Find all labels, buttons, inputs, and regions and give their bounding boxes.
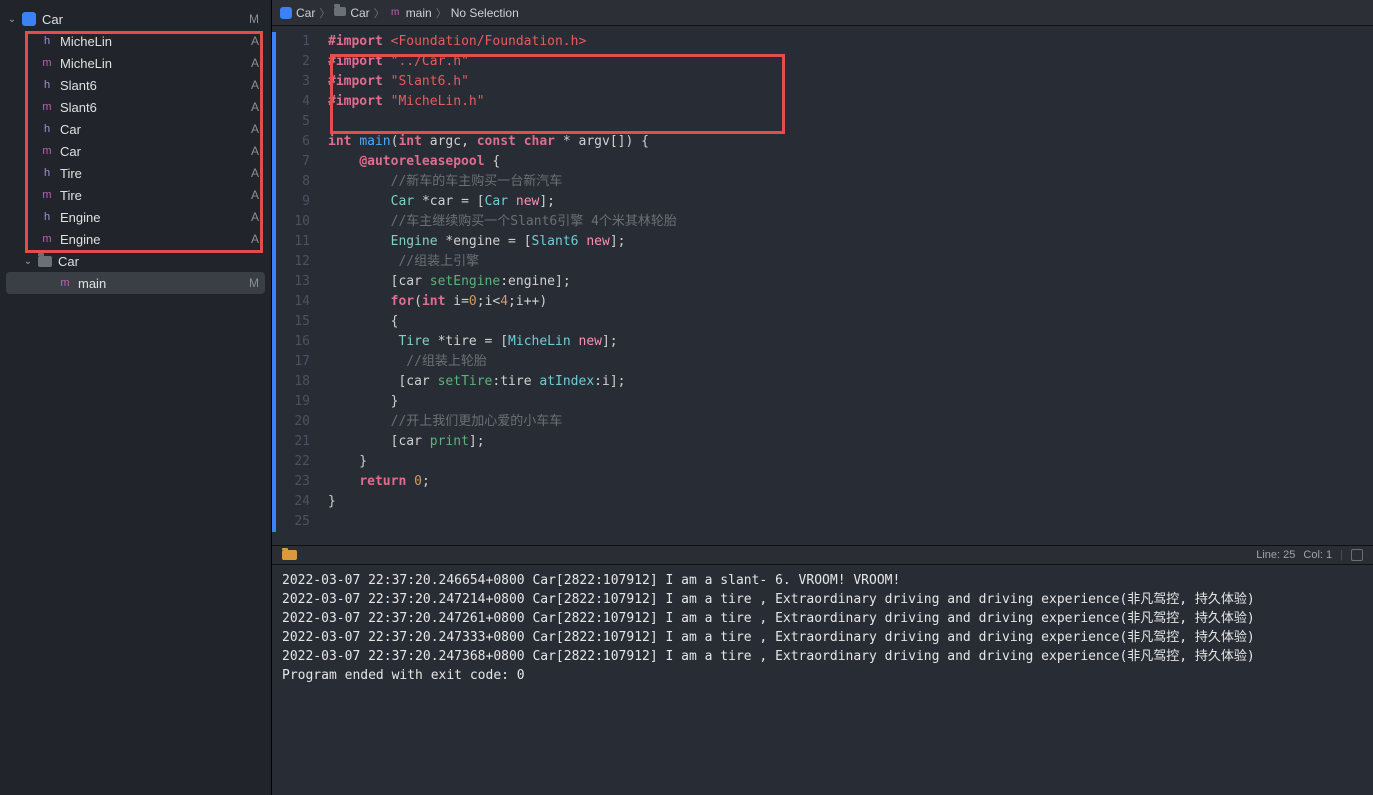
breadcrumb-bar[interactable]: Car 〉 Car 〉 m main 〉 No Selection [272, 0, 1373, 26]
breadcrumb-label: main [406, 6, 432, 20]
project-root-row[interactable]: ⌄ Car M [0, 8, 271, 30]
file-row[interactable]: m EngineA [0, 228, 271, 250]
file-row-selected[interactable]: m main M [6, 272, 265, 294]
h-file-icon: h [41, 123, 54, 136]
chevron-right-icon: 〉 [436, 5, 447, 21]
project-root-label: Car [42, 12, 249, 27]
file-row[interactable]: m TireA [0, 184, 271, 206]
m-file-icon: m [389, 6, 402, 19]
folder-icon[interactable] [282, 550, 297, 560]
folder-row[interactable]: ⌄ Car [0, 250, 271, 272]
breadcrumb-item[interactable]: Car [280, 6, 315, 20]
file-row[interactable]: h CarA [0, 118, 271, 140]
h-file-icon: h [41, 35, 54, 48]
file-label: Car [60, 144, 251, 159]
file-row[interactable]: h MicheLinA [0, 30, 271, 52]
breadcrumb-label: Car [350, 6, 369, 20]
status-col: Col: 1 [1303, 549, 1332, 561]
status-line: Line: 25 [1256, 549, 1295, 561]
m-file-icon: m [41, 233, 54, 246]
m-file-icon: m [41, 101, 54, 114]
h-file-icon: h [41, 211, 54, 224]
scm-badge: M [249, 276, 259, 290]
scm-badge: A [251, 122, 259, 136]
h-file-icon: h [41, 79, 54, 92]
chevron-right-icon: 〉 [374, 5, 385, 21]
file-label: Slant6 [60, 100, 251, 115]
folder-icon [334, 7, 346, 16]
chevron-down-icon[interactable]: ⌄ [6, 13, 18, 25]
file-label: Slant6 [60, 78, 251, 93]
file-row[interactable]: m MicheLinA [0, 52, 271, 74]
file-label: Car [60, 122, 251, 137]
file-label: main [78, 276, 249, 291]
file-row[interactable]: h Slant6A [0, 74, 271, 96]
folder-icon [38, 256, 52, 267]
file-row[interactable]: m Slant6A [0, 96, 271, 118]
line-gutter: 1234567891011121314151617181920212223242… [272, 26, 320, 545]
scm-badge: A [251, 144, 259, 158]
scm-badge: A [251, 78, 259, 92]
main-area: Car 〉 Car 〉 m main 〉 No Selection 123456… [272, 0, 1373, 795]
m-file-icon: m [41, 189, 54, 202]
scm-badge: A [251, 188, 259, 202]
code-editor[interactable]: 1234567891011121314151617181920212223242… [272, 26, 1373, 545]
breadcrumb-label: No Selection [451, 6, 519, 20]
breadcrumb-item[interactable]: Car [334, 6, 369, 20]
scm-badge: A [251, 166, 259, 180]
scm-badge: A [251, 210, 259, 224]
scm-badge: A [251, 56, 259, 70]
m-file-icon: m [59, 277, 72, 290]
change-bar [272, 32, 276, 532]
expand-icon[interactable] [1351, 549, 1363, 561]
file-row[interactable]: m CarA [0, 140, 271, 162]
project-icon [22, 12, 36, 26]
m-file-icon: m [41, 145, 54, 158]
breadcrumb-label: Car [296, 6, 315, 20]
h-file-icon: h [41, 167, 54, 180]
chevron-down-icon[interactable]: ⌄ [22, 255, 34, 267]
m-file-icon: m [41, 57, 54, 70]
file-row[interactable]: h EngineA [0, 206, 271, 228]
scm-badge: A [251, 100, 259, 114]
console-toolbar: Line: 25 Col: 1 | [272, 545, 1373, 565]
code-content[interactable]: #import <Foundation/Foundation.h>#import… [320, 26, 1373, 545]
file-label: Tire [60, 166, 251, 181]
navigator-sidebar: ⌄ Car M hMicheLinAmMicheLinAhSlant6AmSla… [0, 0, 272, 795]
scm-badge: A [251, 232, 259, 246]
chevron-right-icon: 〉 [319, 5, 330, 21]
breadcrumb-item[interactable]: No Selection [451, 6, 519, 20]
project-icon [280, 7, 292, 19]
file-label: MicheLin [60, 34, 251, 49]
file-label: Engine [60, 232, 251, 247]
file-label: MicheLin [60, 56, 251, 71]
console-output[interactable]: 2022-03-07 22:37:20.246654+0800 Car[2822… [272, 565, 1373, 795]
file-row[interactable]: h TireA [0, 162, 271, 184]
file-label: Tire [60, 188, 251, 203]
scm-badge: M [249, 12, 259, 26]
breadcrumb-item[interactable]: m main [389, 6, 432, 20]
folder-label: Car [58, 254, 259, 269]
scm-badge: A [251, 34, 259, 48]
file-label: Engine [60, 210, 251, 225]
